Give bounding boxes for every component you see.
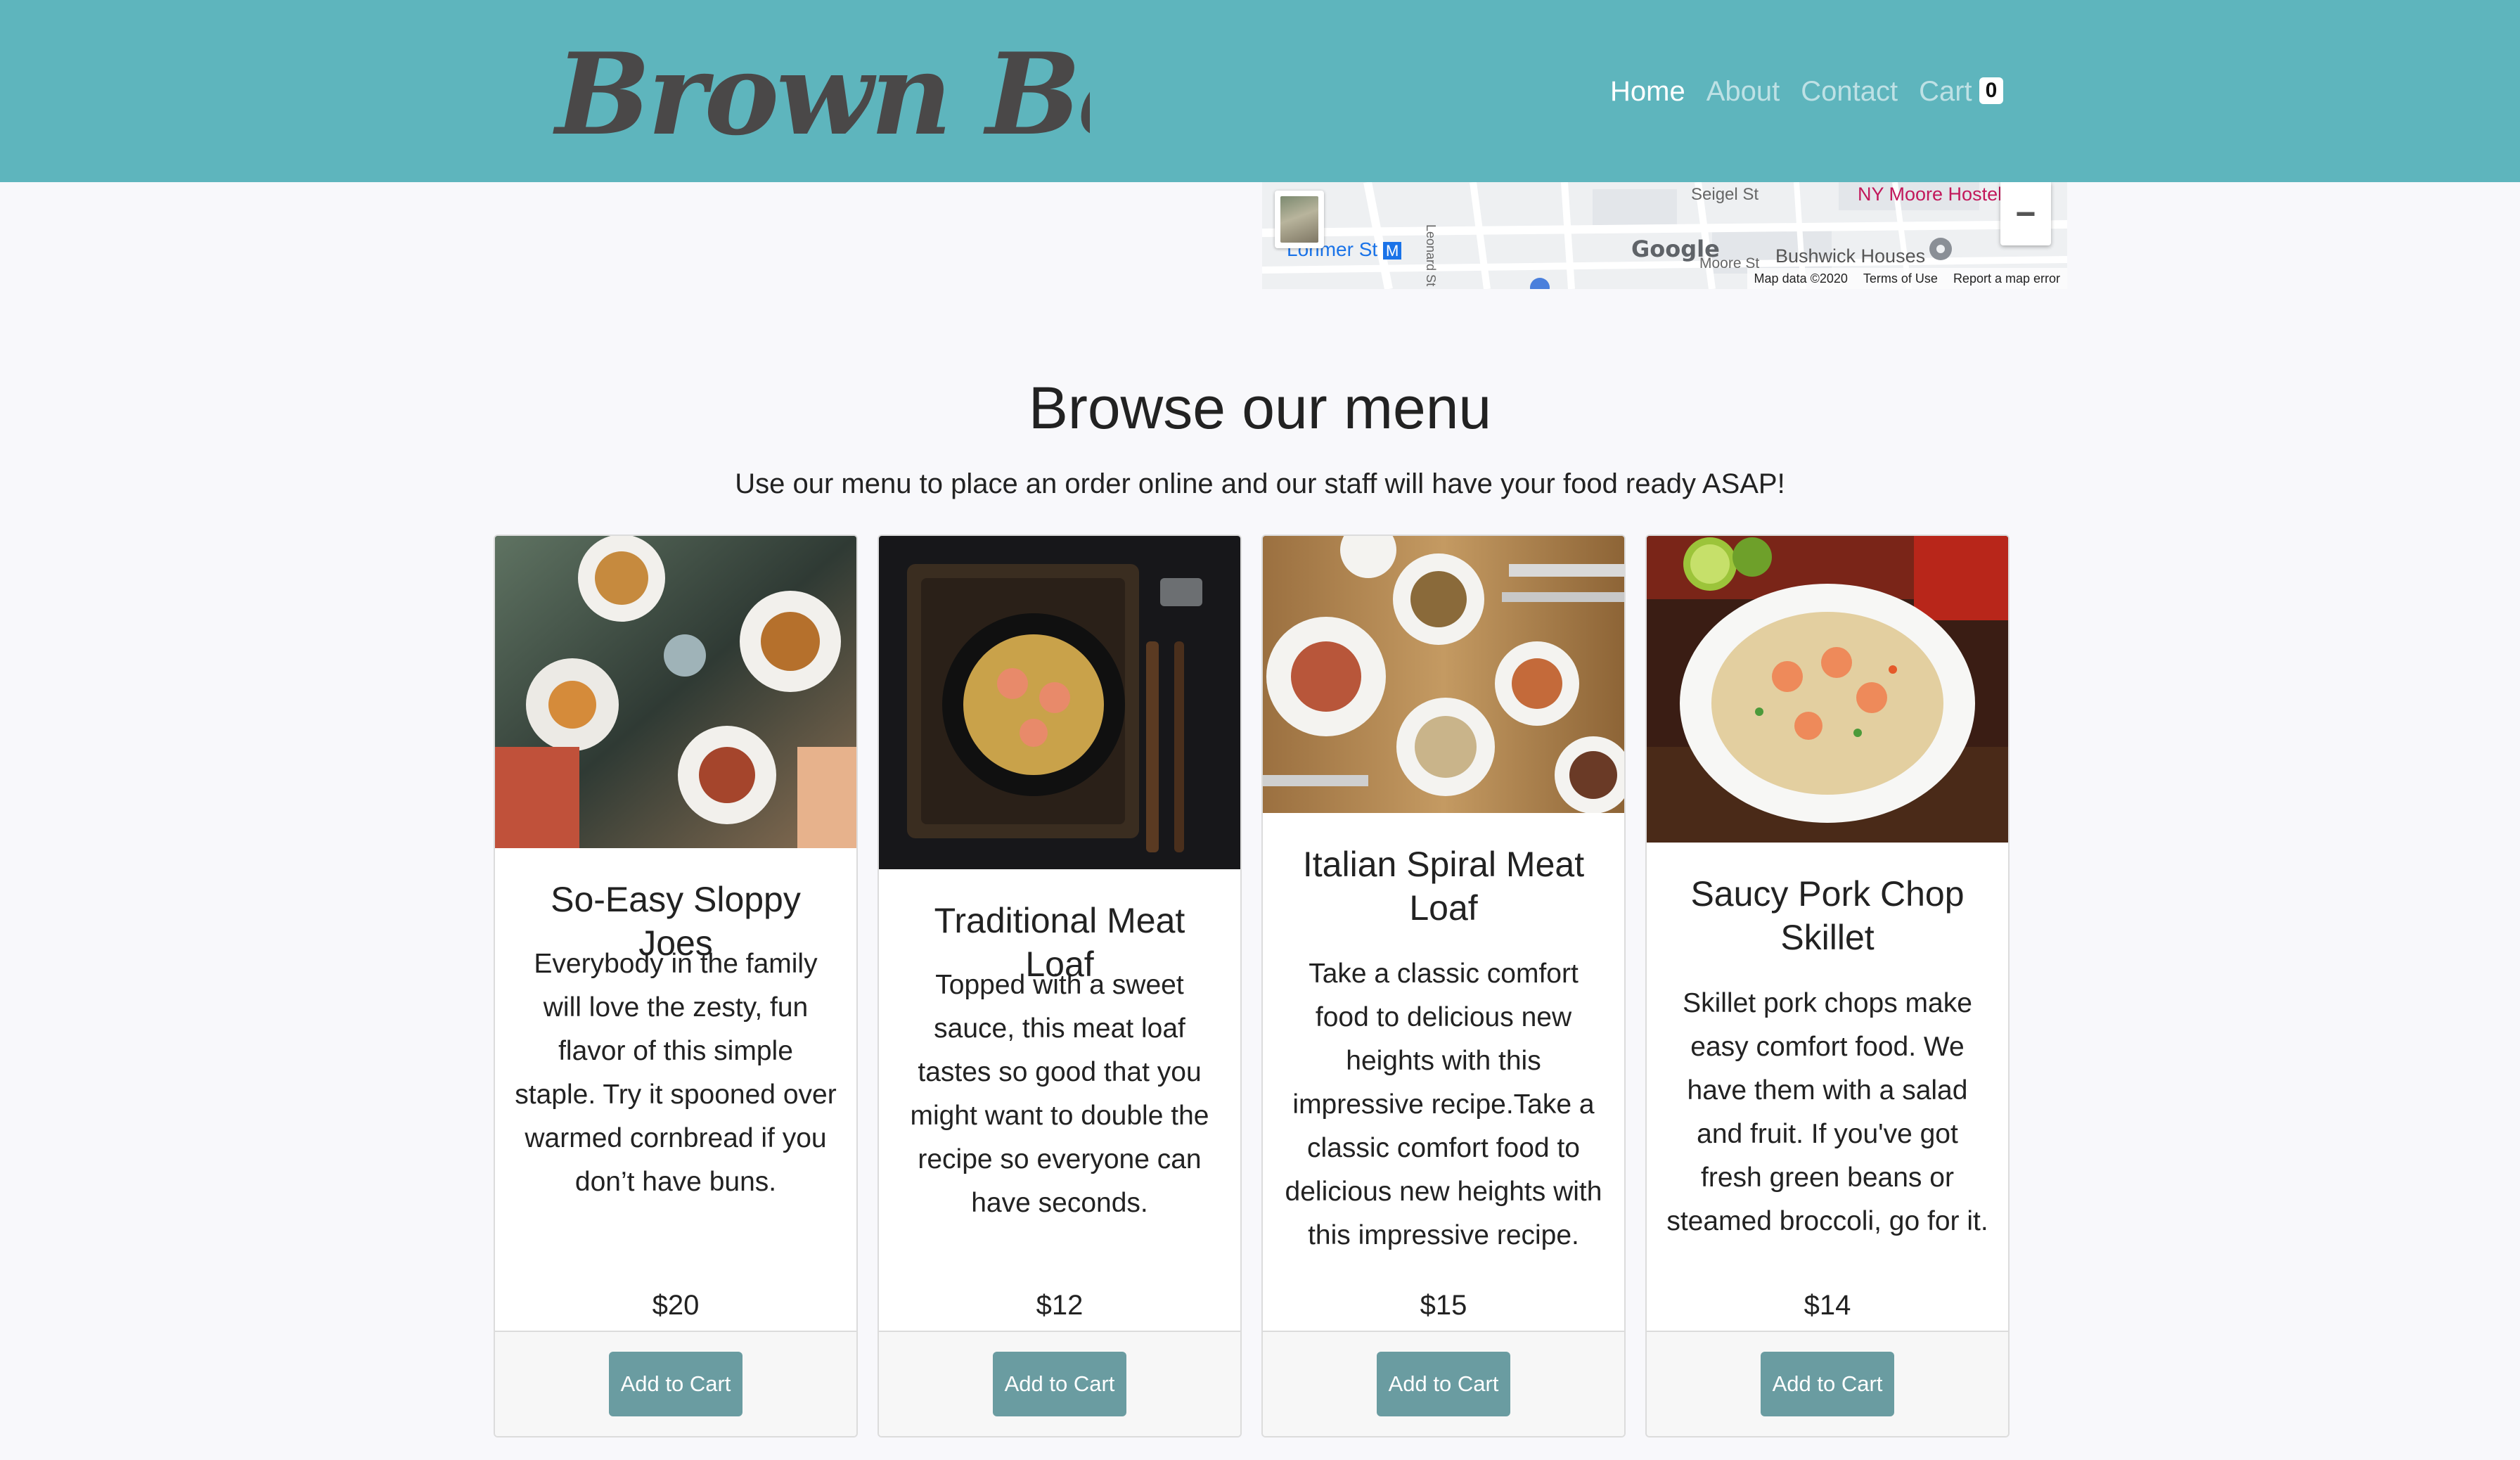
menu-item-title: Italian Spiral Meat Loaf	[1302, 845, 1585, 928]
add-to-cart-button[interactable]: Add to Cart	[993, 1352, 1126, 1416]
menu-item-description: Topped with a sweet sauce, this meat loa…	[910, 970, 1209, 1218]
menu-card: Italian Spiral Meat Loaf Take a classic …	[1261, 534, 1626, 1437]
card-footer: Add to Cart	[495, 1331, 856, 1436]
menu-item-image	[879, 536, 1240, 869]
nav-about[interactable]: About	[1706, 76, 1780, 108]
menu-card: So-Easy Sloppy Joes Everybody in the fam…	[494, 534, 858, 1437]
menu-item-price: $20	[652, 1290, 700, 1321]
nav-cart[interactable]: Cart 0	[1919, 75, 2004, 108]
menu-subtitle: Use our menu to place an order online an…	[735, 468, 1785, 499]
menu-item-image	[495, 536, 856, 848]
add-to-cart-button[interactable]: Add to Cart	[1377, 1352, 1510, 1416]
menu-item-description: Everybody in the family will love the ze…	[515, 949, 837, 1197]
zoom-out-button[interactable]: −	[2000, 182, 2051, 245]
streetview-image	[1280, 196, 1318, 243]
brand-logo[interactable]: Brown Bag	[541, 14, 1227, 169]
menu-item-image	[1647, 536, 2008, 843]
map-footer: Map data ©2020 Terms of Use Report a map…	[1747, 268, 2067, 289]
map-street-siegel: Seigel St	[1691, 185, 1759, 204]
menu-item-image	[1263, 536, 1624, 813]
menu-item-title: Saucy Pork Chop Skillet	[1690, 874, 1965, 957]
nav-menu: Home About Contact Cart 0	[1610, 70, 2004, 113]
map-data-credit: Map data ©2020	[1754, 271, 1848, 286]
cart-count-badge: 0	[1979, 77, 2004, 104]
navbar: Brown Bag Home About Contact Cart 0	[0, 0, 2520, 182]
streetview-thumbnail[interactable]	[1275, 191, 1324, 248]
menu-card: Traditional Meat Loaf Topped with a swee…	[878, 534, 1242, 1437]
card-footer: Add to Cart	[879, 1331, 1240, 1436]
svg-text:Brown Bag: Brown Bag	[553, 28, 1090, 160]
menu-item-price: $15	[1420, 1290, 1467, 1321]
add-to-cart-button[interactable]: Add to Cart	[1761, 1352, 1894, 1416]
add-to-cart-button[interactable]: Add to Cart	[609, 1352, 742, 1416]
card-footer: Add to Cart	[1263, 1331, 1624, 1436]
menu-item-description: Skillet pork chops make easy comfort foo…	[1666, 988, 1988, 1236]
map-terms-link[interactable]: Terms of Use	[1863, 271, 1938, 286]
brand-logo-wordmark: Brown Bag	[553, 28, 1227, 160]
menu-title: Browse our menu	[1028, 375, 1492, 441]
nav-cart-label: Cart	[1919, 75, 1972, 107]
map-poi-hostel: NY Moore Hostel	[1858, 184, 2002, 205]
menu-item-price: $12	[1036, 1290, 1084, 1321]
location-map[interactable]: Seigel St NY Moore Hostel Leonard St Lor…	[1262, 182, 2067, 289]
menu-item-price: $14	[1804, 1290, 1851, 1321]
menu-item-description: Take a classic comfort food to delicious…	[1285, 959, 1602, 1250]
map-street-leonard: Leonard St	[1424, 224, 1438, 287]
subway-icon: M	[1382, 242, 1402, 260]
nav-contact[interactable]: Contact	[1801, 76, 1898, 108]
map-report-link[interactable]: Report a map error	[1953, 271, 2060, 286]
map-poi-bushwick: Bushwick Houses	[1775, 245, 1926, 267]
menu-card: Saucy Pork Chop Skillet Skillet pork cho…	[1645, 534, 2010, 1437]
card-footer: Add to Cart	[1647, 1331, 2008, 1436]
nav-home[interactable]: Home	[1610, 76, 1685, 108]
